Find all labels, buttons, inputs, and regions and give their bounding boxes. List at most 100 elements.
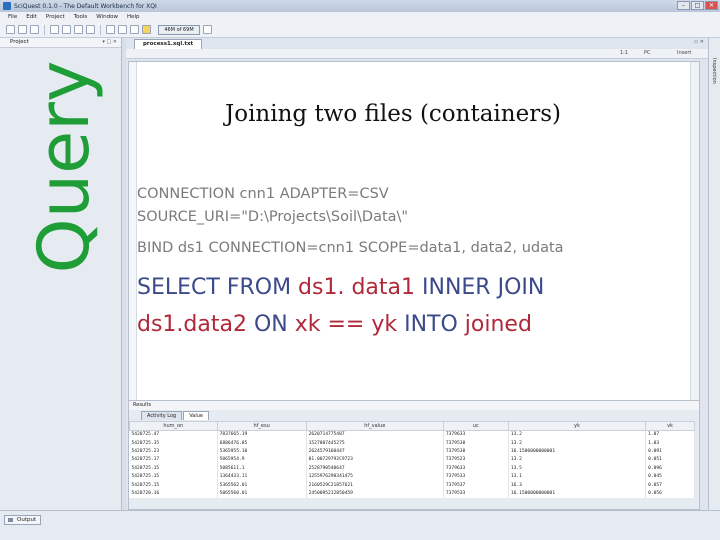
results-title: Results — [129, 401, 699, 410]
menu-window[interactable]: Window — [96, 14, 118, 20]
menu-help[interactable]: Help — [127, 14, 140, 20]
table-cell: 5365562.01 — [217, 480, 307, 490]
toolbar: 46M of 69M — [0, 22, 720, 38]
table-row[interactable]: 5420725.35 6886476.85 1527807445275 7379538… — [129, 438, 695, 448]
cut-icon[interactable] — [50, 25, 59, 34]
table-cell: 5420725.15 — [129, 480, 218, 490]
redo-icon[interactable] — [118, 25, 127, 34]
database-icon[interactable] — [142, 25, 151, 34]
line-ending-mode: PC — [644, 50, 651, 56]
code-editor[interactable]: Joining two files (containers) CONNECTIO… — [128, 61, 700, 423]
save-icon[interactable] — [30, 25, 39, 34]
table-row[interactable]: 5420725.47 7837665.19 2620714775487 7379633… — [129, 430, 695, 439]
tab-activity-log[interactable]: Activity Log — [141, 411, 183, 420]
table-cell: 7379633 — [443, 464, 509, 473]
close-icon[interactable]: ✕ — [705, 1, 718, 10]
inspection-rail: Inspection — [708, 38, 720, 510]
delete-icon[interactable] — [86, 25, 95, 34]
table-cell: 1255976298341475 — [306, 472, 444, 481]
table-cell: 6886476.85 — [217, 438, 307, 448]
insert-mode: Insert — [677, 50, 692, 56]
undo-icon[interactable] — [106, 25, 115, 34]
table-cell: 7379533 — [443, 489, 509, 498]
query-label: Query — [23, 60, 105, 274]
table-cell: 2450095212850459 — [306, 489, 444, 498]
table-cell: 1.03 — [645, 438, 695, 448]
table-cell: 7379538 — [443, 447, 509, 456]
open-folder-icon[interactable] — [18, 25, 27, 34]
select-statement-line-1: SELECT FROM ds1. data1 INNER JOIN — [137, 275, 544, 300]
query-overlay: Query — [18, 52, 110, 282]
table-row[interactable]: 5420725.17 5065954.9 01.00729792C9723 73795… — [129, 455, 695, 465]
results-panel: Results Activity Log Value hum_on hf_esu… — [128, 400, 700, 510]
vertical-scrollbar[interactable] — [690, 62, 699, 422]
table-cell: 7379538 — [443, 438, 509, 448]
tab-process1[interactable]: process1.xql.txt — [134, 39, 203, 49]
editor-tab-controls-icon[interactable]: ▭ ✕ — [693, 39, 704, 45]
keyword: INTO — [397, 312, 465, 337]
table-cell: 7837665.19 — [217, 430, 307, 439]
panel-controls-icon[interactable]: ▾ □ ✕ — [102, 38, 117, 47]
code-line: SOURCE_URI="D:\Projects\Soil\Data\" — [137, 209, 409, 225]
menu-bar: File Edit Project Tools Window Help — [0, 12, 720, 22]
column-header[interactable]: vk — [645, 421, 695, 431]
table-cell: 1527807445275 — [306, 438, 444, 448]
table-cell: 5365955.10 — [217, 447, 307, 456]
window-title: SciQuest 0.1.0 - The Default Workbench f… — [14, 2, 157, 10]
menu-tools[interactable]: Tools — [74, 14, 88, 20]
inspection-tab[interactable]: Inspection — [711, 58, 717, 84]
tab-value[interactable]: Value — [183, 411, 209, 420]
table-row[interactable]: 5420725.15 5365562.01 2160529C21857621 7379… — [129, 480, 695, 490]
table-cell: 2160529C21857621 — [306, 480, 444, 490]
menu-edit[interactable]: Edit — [26, 14, 37, 20]
column-header[interactable]: hum_on — [129, 421, 218, 431]
column-header[interactable]: hf_esu — [216, 421, 307, 431]
column-header[interactable]: uc — [442, 421, 509, 431]
window-titlebar: SciQuest 0.1.0 - The Default Workbench f… — [0, 0, 720, 12]
table-cell: 7379633 — [443, 430, 509, 439]
column-header[interactable]: hf_value — [305, 421, 444, 431]
results-table: hum_on hf_esu hf_value uc yk vk 5420725.… — [129, 421, 695, 498]
table-cell: 13.2 — [508, 430, 647, 439]
paste-icon[interactable] — [74, 25, 83, 34]
output-button[interactable]: Output — [4, 515, 42, 525]
table-row[interactable]: 5420720.16 5065560.01 2450095212850459 7379… — [129, 489, 695, 498]
table-row[interactable]: 5420725.23 5365955.10 2624579160447 7379538… — [129, 447, 695, 456]
table-cell: 13.1 — [508, 472, 647, 481]
table-row[interactable]: 5420725.15 1364433.11 1255976298341475 7379… — [129, 472, 695, 481]
new-file-icon[interactable] — [6, 25, 15, 34]
project-panel-header: Project ▾ □ ✕ — [0, 38, 121, 48]
identifier: xk == yk — [294, 312, 398, 337]
menu-project[interactable]: Project — [46, 14, 65, 20]
table-cell: 5420725.47 — [129, 430, 218, 439]
keyword: ON — [246, 312, 295, 337]
code-line: BIND ds1 CONNECTION=cnn1 SCOPE=data1, da… — [137, 240, 564, 256]
table-cell: 5420725.23 — [129, 447, 218, 456]
table-cell: 0.056 — [645, 489, 695, 498]
table-cell: 0.091 — [645, 447, 695, 456]
slide-title: Joining two files (containers) — [225, 101, 561, 127]
maximize-icon[interactable]: □ — [691, 1, 704, 10]
table-cell: 0.096 — [645, 464, 695, 473]
keyword: INNER JOIN — [415, 275, 545, 300]
table-row[interactable]: 5420725.15 5085611.1 2528790540647 7379633 1… — [129, 464, 695, 473]
identifier: joined — [464, 312, 532, 337]
garbage-collect-icon[interactable] — [203, 25, 212, 34]
menu-file[interactable]: File — [8, 14, 17, 20]
table-cell: 0.057 — [645, 480, 695, 490]
memory-indicator[interactable]: 46M of 69M — [158, 24, 200, 35]
identifier: ds1.data2 — [137, 312, 247, 337]
code-line: CONNECTION cnn1 ADAPTER=CSV — [137, 186, 389, 202]
results-tabs: Activity Log Value — [129, 410, 699, 420]
minimize-icon[interactable]: – — [677, 1, 690, 10]
table-cell: 0.051 — [645, 455, 695, 465]
run-icon[interactable] — [130, 25, 139, 34]
column-header[interactable]: yk — [507, 421, 647, 431]
table-cell: 5420725.15 — [129, 464, 218, 473]
table-cell: 2624579160447 — [306, 447, 444, 456]
copy-icon[interactable] — [62, 25, 71, 34]
cursor-position: 1:1 — [620, 50, 629, 56]
table-cell: 5420725.35 — [129, 438, 218, 448]
table-cell: 0.045 — [645, 472, 695, 481]
table-cell: 01.00729792C9723 — [306, 455, 444, 465]
